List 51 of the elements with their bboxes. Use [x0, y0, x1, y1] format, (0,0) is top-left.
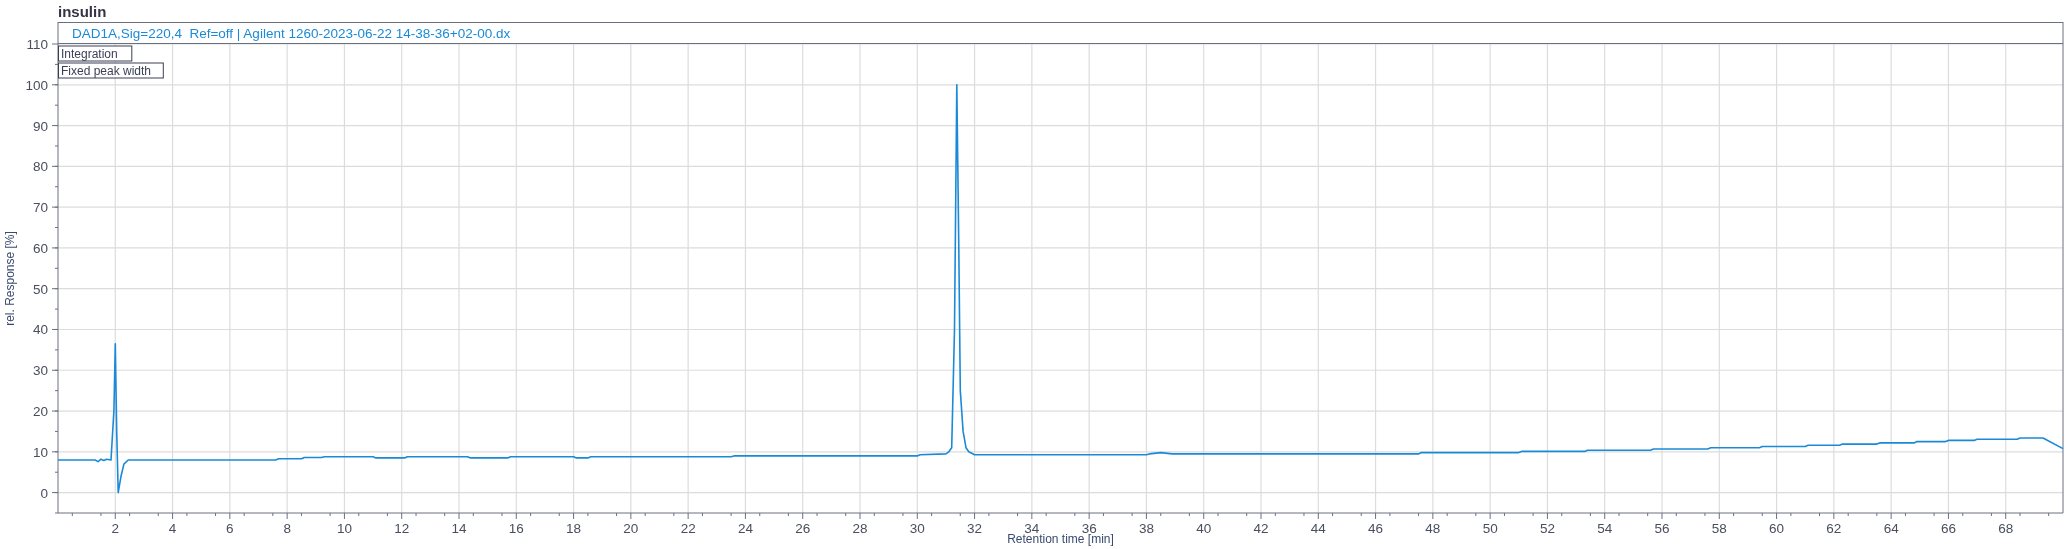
tick-label: 4	[168, 521, 177, 536]
tick-label: 6	[226, 521, 234, 536]
tick-label: 58	[1711, 521, 1727, 536]
axis-title: rel. Response [%]	[3, 231, 17, 326]
tick-label: 42	[1253, 521, 1269, 536]
tick-label: 50	[32, 281, 48, 297]
annotation-tag: Integration	[58, 45, 133, 62]
tick-label: 2	[111, 521, 120, 536]
tick-label: 44	[1310, 521, 1326, 536]
tick-label: 8	[283, 521, 291, 536]
tick-label: 64	[1883, 521, 1899, 536]
tick-label: 50	[1482, 521, 1498, 536]
tick-label: 18	[566, 521, 582, 536]
tick-label: 16	[508, 521, 524, 536]
tick-label: 56	[1654, 521, 1670, 536]
tick-label: 100	[25, 77, 48, 93]
tick-label: 0	[40, 485, 48, 501]
tick-label: 22	[680, 521, 696, 536]
tick-label: 52	[1539, 521, 1555, 536]
tick-label: 14	[451, 521, 467, 536]
annotation: Fixed peak width	[61, 64, 152, 78]
tick-label: 30	[909, 521, 925, 536]
tick-label: 90	[32, 118, 48, 134]
tick-label: 20	[32, 404, 48, 420]
annotation: Integration	[61, 47, 118, 61]
tick-label: 60	[1769, 521, 1785, 536]
annotation-tag: Fixed peak width	[58, 62, 164, 79]
tick-label: 30	[32, 363, 48, 379]
tick-label: 38	[1138, 521, 1154, 536]
tick-label: 20	[623, 521, 639, 536]
tick-label: 10	[32, 444, 48, 460]
tick-label: 70	[32, 200, 48, 216]
tick-label: 60	[32, 240, 48, 256]
tick-label: 46	[1368, 521, 1384, 536]
tick-label: 68	[1998, 521, 2014, 536]
tick-label: 48	[1425, 521, 1441, 536]
tick-label: 80	[32, 159, 48, 175]
tick-label: 110	[26, 37, 48, 52]
tick-label: 32	[967, 521, 983, 536]
tick-label: 62	[1826, 521, 1842, 536]
tick-label: 12	[394, 521, 410, 536]
tick-label: 66	[1940, 521, 1956, 536]
tick-label: 26	[795, 521, 811, 536]
tick-label: 54	[1597, 521, 1613, 536]
chart-title: insulin	[57, 2, 108, 22]
tick-label: 40	[32, 322, 48, 338]
tick-label: 24	[737, 521, 753, 536]
tick-label: 40	[1196, 521, 1212, 536]
legend-label: DAD1A,Sig=220,4 Ref=off | Agilent 1260-2023-06-22 14-38-36+02-00.dx	[72, 26, 511, 41]
tick-label: 28	[852, 521, 868, 536]
tick-label: 10	[336, 521, 352, 536]
